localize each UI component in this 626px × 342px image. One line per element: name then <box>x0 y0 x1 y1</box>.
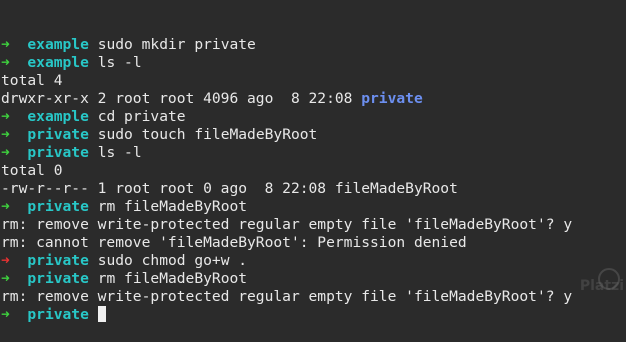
success-arrow-icon: ➜ <box>1 108 10 125</box>
output-line: rm: remove write-protected regular empty… <box>1 288 625 306</box>
success-arrow-icon: ➜ <box>1 270 10 287</box>
output-text: -rw-r--r-- 1 root root 0 ago 8 22:08 fil… <box>1 180 458 197</box>
prompt-directory: private <box>27 270 89 287</box>
text-cursor[interactable] <box>97 306 106 322</box>
prompt-line: ➜ private sudo touch fileMadeByRoot <box>1 126 625 144</box>
success-arrow-icon: ➜ <box>1 54 10 71</box>
prompt-line: ➜ private rm fileMadeByRoot <box>1 270 625 288</box>
output-text: total 4 <box>1 72 63 89</box>
output-line: -rw-r--r-- 1 root root 0 ago 8 22:08 fil… <box>1 180 625 198</box>
prompt-line: ➜ private <box>1 306 625 324</box>
command-text: sudo chmod go+w . <box>97 252 248 269</box>
directory-name: private <box>361 90 423 107</box>
output-text: drwxr-xr-x 2 root root 4096 ago 8 22:08 <box>1 90 362 107</box>
terminal-output: ➜ example sudo mkdir private ➜ example ls… <box>1 36 625 324</box>
success-arrow-icon: ➜ <box>1 306 10 323</box>
prompt-line: ➜ private sudo chmod go+w . <box>1 252 625 270</box>
output-line: total 0 <box>1 162 625 180</box>
command-text: sudo mkdir private <box>97 36 256 53</box>
prompt-line: ➜ example ls -l <box>1 54 625 72</box>
prompt-line: ➜ example sudo mkdir private <box>1 36 625 54</box>
command-text: rm fileMadeByRoot <box>97 270 248 287</box>
success-arrow-icon: ➜ <box>1 198 10 215</box>
command-text: rm fileMadeByRoot <box>97 198 248 215</box>
error-arrow-icon: ➜ <box>1 252 10 269</box>
output-line: rm: cannot remove 'fileMadeByRoot': Perm… <box>1 234 625 252</box>
success-arrow-icon: ➜ <box>1 126 10 143</box>
command-text: ls -l <box>97 144 142 161</box>
prompt-directory: private <box>27 126 89 143</box>
prompt-directory: example <box>27 108 89 125</box>
watermark-label: Platzi <box>579 278 624 294</box>
command-text: ls -l <box>97 54 142 71</box>
output-line: total 4 <box>1 72 625 90</box>
output-text: rm: remove write-protected regular empty… <box>1 216 573 233</box>
prompt-directory: example <box>27 54 89 71</box>
prompt-line: ➜ private ls -l <box>1 144 625 162</box>
prompt-line: ➜ example cd private <box>1 108 625 126</box>
prompt-directory: example <box>27 36 89 53</box>
command-text: sudo touch fileMadeByRoot <box>97 126 318 143</box>
output-text: rm: cannot remove 'fileMadeByRoot': Perm… <box>1 234 467 251</box>
prompt-directory: private <box>27 144 89 161</box>
success-arrow-icon: ➜ <box>1 144 10 161</box>
prompt-directory: private <box>27 252 89 269</box>
terminal-window[interactable]: ➜ example sudo mkdir private ➜ example ls… <box>1 0 625 323</box>
output-line: drwxr-xr-x 2 root root 4096 ago 8 22:08 … <box>1 90 625 108</box>
command-text: cd private <box>97 108 186 125</box>
output-text: rm: remove write-protected regular empty… <box>1 288 573 305</box>
output-text: total 0 <box>1 162 63 179</box>
success-arrow-icon: ➜ <box>1 36 10 53</box>
prompt-line: ➜ private rm fileMadeByRoot <box>1 198 625 216</box>
prompt-directory: private <box>27 306 89 323</box>
output-line: rm: remove write-protected regular empty… <box>1 216 625 234</box>
prompt-directory: private <box>27 198 89 215</box>
